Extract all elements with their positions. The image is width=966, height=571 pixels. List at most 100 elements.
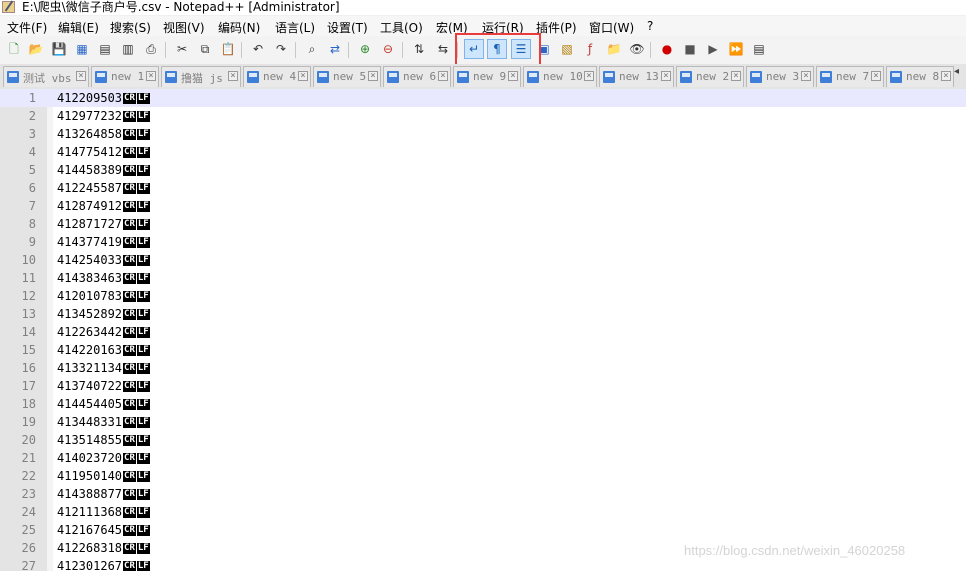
- editor-line[interactable]: 21 414023720 CR LF: [0, 449, 966, 467]
- editor-line[interactable]: 14 412263442 CR LF: [0, 323, 966, 341]
- menu-item-3[interactable]: 视图(V): [163, 19, 205, 36]
- menu-item-2[interactable]: 搜索(S): [110, 19, 151, 36]
- tab-7[interactable]: new 10 ×: [523, 66, 597, 87]
- paste-button[interactable]: 📋: [218, 39, 238, 59]
- line-text[interactable]: 414388877 CR LF: [57, 487, 150, 501]
- line-text[interactable]: 412263442 CR LF: [57, 325, 150, 339]
- save-button[interactable]: 💾: [49, 39, 69, 59]
- find-button[interactable]: ⌕: [302, 39, 322, 59]
- tab-scroll-arrows[interactable]: ◂: [954, 66, 966, 86]
- tab-1[interactable]: new 1 ×: [91, 66, 159, 87]
- folder-as-workspace-button[interactable]: 📁: [604, 39, 624, 59]
- line-text[interactable]: 414023720 CR LF: [57, 451, 150, 465]
- editor-line[interactable]: 13 413452892 CR LF: [0, 305, 966, 323]
- redo-button[interactable]: ↷: [271, 39, 291, 59]
- line-text[interactable]: 414454405 CR LF: [57, 397, 150, 411]
- line-text[interactable]: 413321134 CR LF: [57, 361, 150, 375]
- line-text[interactable]: 414377419 CR LF: [57, 235, 150, 249]
- line-text[interactable]: 412167645 CR LF: [57, 523, 150, 537]
- tab-6[interactable]: new 9 ×: [453, 66, 521, 87]
- line-text[interactable]: 413452892 CR LF: [57, 307, 150, 321]
- menu-item-1[interactable]: 编辑(E): [58, 19, 99, 36]
- menu-item-12[interactable]: ?: [647, 19, 653, 33]
- line-text[interactable]: 412977232 CR LF: [57, 109, 150, 123]
- close-tab-icon[interactable]: ×: [76, 71, 86, 81]
- editor-line[interactable]: 6 412245587 CR LF: [0, 179, 966, 197]
- menu-item-6[interactable]: 设置(T): [327, 19, 368, 36]
- close-all-button[interactable]: ▥: [118, 39, 138, 59]
- editor-line[interactable]: 4 414775412 CR LF: [0, 143, 966, 161]
- menu-item-5[interactable]: 语言(L): [275, 19, 315, 36]
- editor-line[interactable]: 12 412010783 CR LF: [0, 287, 966, 305]
- line-text[interactable]: 414383463 CR LF: [57, 271, 150, 285]
- tab-11[interactable]: new 7 ×: [816, 66, 884, 87]
- line-text[interactable]: 412268318 CR LF: [57, 541, 150, 555]
- line-text[interactable]: 412245587 CR LF: [57, 181, 150, 195]
- sync-vertical-button[interactable]: ⇅: [409, 39, 429, 59]
- macro-record-button[interactable]: ●: [657, 39, 677, 59]
- editor-line[interactable]: 20 413514855 CR LF: [0, 431, 966, 449]
- line-text[interactable]: 413448331 CR LF: [57, 415, 150, 429]
- replace-button[interactable]: ⇄: [325, 39, 345, 59]
- editor-line[interactable]: 17 413740722 CR LF: [0, 377, 966, 395]
- line-text[interactable]: 414220163 CR LF: [57, 343, 150, 357]
- line-text[interactable]: 414254033 CR LF: [57, 253, 150, 267]
- print-button[interactable]: ⎙: [141, 39, 161, 59]
- line-text[interactable]: 412874912 CR LF: [57, 199, 150, 213]
- line-text[interactable]: 413264858 CR LF: [57, 127, 150, 141]
- editor-line[interactable]: 9 414377419 CR LF: [0, 233, 966, 251]
- editor-line[interactable]: 5 414458389 CR LF: [0, 161, 966, 179]
- line-text[interactable]: 411950140 CR LF: [57, 469, 150, 483]
- editor-line[interactable]: 16 413321134 CR LF: [0, 359, 966, 377]
- save-all-button[interactable]: ▦: [72, 39, 92, 59]
- zoom-in-button[interactable]: ⊕: [355, 39, 375, 59]
- open-file-button[interactable]: 📂: [26, 39, 46, 59]
- close-tab-icon[interactable]: ×: [368, 71, 378, 81]
- line-text[interactable]: 412871727 CR LF: [57, 217, 150, 231]
- editor-line[interactable]: 15 414220163 CR LF: [0, 341, 966, 359]
- editor-line[interactable]: 8 412871727 CR LF: [0, 215, 966, 233]
- line-text[interactable]: 413514855 CR LF: [57, 433, 150, 447]
- document-map-button[interactable]: ▧: [557, 39, 577, 59]
- tab-2[interactable]: 撸猫 js ×: [161, 66, 241, 87]
- macro-play-button[interactable]: ▶: [703, 39, 723, 59]
- menu-item-0[interactable]: 文件(F): [7, 19, 47, 36]
- line-text[interactable]: 412010783 CR LF: [57, 289, 150, 303]
- close-tab-icon[interactable]: ×: [731, 71, 741, 81]
- monitoring-button[interactable]: 👁: [627, 39, 647, 59]
- editor-area[interactable]: 1 412209503 CR LF 2 412977232 CR LF 3 413264858 CR…: [0, 89, 966, 571]
- macro-save-button[interactable]: ▤: [749, 39, 769, 59]
- tab-3[interactable]: new 4 ×: [243, 66, 311, 87]
- function-list-button[interactable]: ƒ: [580, 39, 600, 59]
- editor-line[interactable]: 1 412209503 CR LF: [0, 89, 966, 107]
- close-tab-icon[interactable]: ×: [228, 71, 238, 81]
- editor-line[interactable]: 2 412977232 CR LF: [0, 107, 966, 125]
- new-file-button[interactable]: 🗋: [4, 39, 24, 59]
- editor-line[interactable]: 23 414388877 CR LF: [0, 485, 966, 503]
- line-text[interactable]: 414458389 CR LF: [57, 163, 150, 177]
- close-tab-icon[interactable]: ×: [508, 71, 518, 81]
- close-tab-icon[interactable]: ×: [941, 71, 951, 81]
- tab-5[interactable]: new 6 ×: [383, 66, 451, 87]
- tab-10[interactable]: new 3 ×: [746, 66, 814, 87]
- editor-line[interactable]: 7 412874912 CR LF: [0, 197, 966, 215]
- close-tab-icon[interactable]: ×: [438, 71, 448, 81]
- tab-0[interactable]: 测试 vbs ×: [3, 66, 89, 87]
- close-tab-icon[interactable]: ×: [871, 71, 881, 81]
- editor-line[interactable]: 18 414454405 CR LF: [0, 395, 966, 413]
- line-text[interactable]: 413740722 CR LF: [57, 379, 150, 393]
- undo-button[interactable]: ↶: [248, 39, 268, 59]
- copy-button[interactable]: ⧉: [195, 39, 215, 59]
- macro-play-multiple-button[interactable]: ⏩: [726, 39, 746, 59]
- close-tab-icon[interactable]: ×: [146, 71, 156, 81]
- menu-item-7[interactable]: 工具(O): [380, 19, 423, 36]
- close-tab-icon[interactable]: ×: [801, 71, 811, 81]
- line-text[interactable]: 414775412 CR LF: [57, 145, 150, 159]
- menu-item-11[interactable]: 窗口(W): [589, 19, 634, 36]
- sync-horizontal-button[interactable]: ⇆: [433, 39, 453, 59]
- close-tab-icon[interactable]: ×: [584, 71, 594, 81]
- zoom-out-button[interactable]: ⊖: [378, 39, 398, 59]
- tab-9[interactable]: new 2 ×: [676, 66, 744, 87]
- macro-stop-button[interactable]: ■: [680, 39, 700, 59]
- close-tab-icon[interactable]: ×: [661, 71, 671, 81]
